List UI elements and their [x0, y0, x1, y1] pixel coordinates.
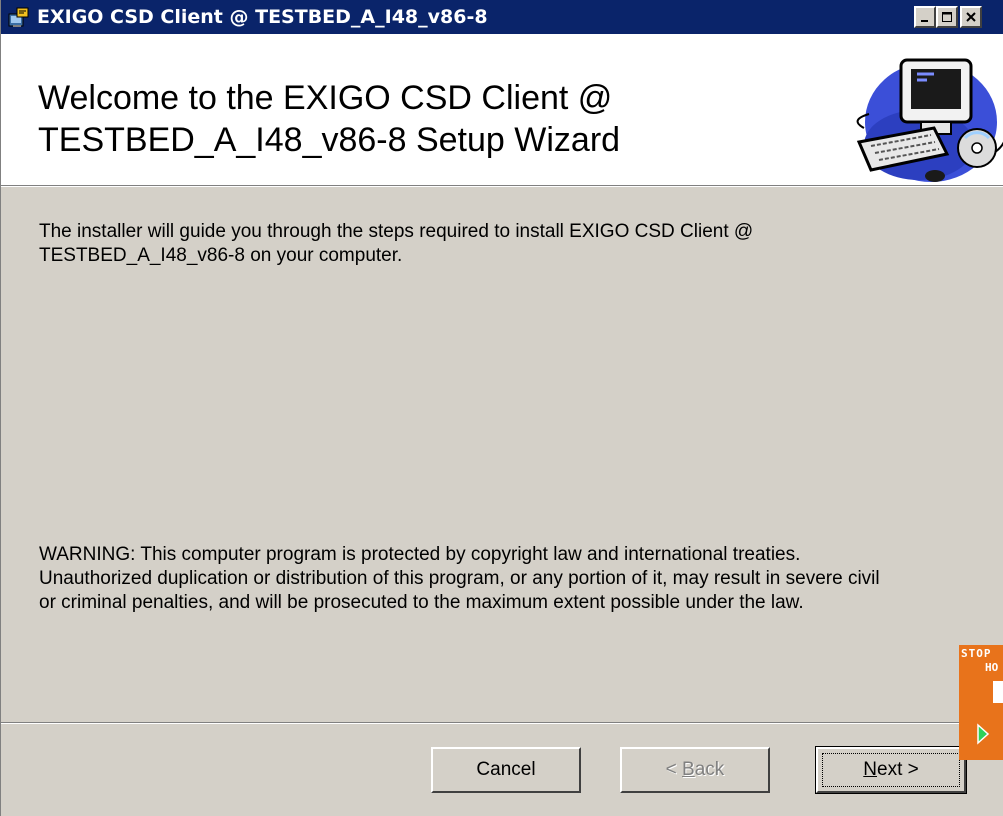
minimize-button[interactable]: [914, 6, 936, 28]
copyright-warning: WARNING: This computer program is protec…: [39, 543, 989, 615]
wizard-heading-line1: Welcome to the EXIGO CSD Client @: [38, 79, 613, 117]
cancel-button-label: Cancel: [476, 759, 536, 780]
play-icon[interactable]: [975, 722, 991, 746]
button-separator: [1, 722, 1003, 724]
minimize-icon: [921, 20, 928, 22]
maximize-button[interactable]: [936, 6, 958, 28]
maximize-icon: [942, 12, 952, 22]
setup-wizard-window: EXIGO CSD Client @ TESTBED_A_I48_v86-8 W…: [0, 0, 1003, 816]
close-button[interactable]: [960, 6, 982, 28]
next-button-label: Next >: [863, 759, 919, 780]
warning-line3: or criminal penalties, and will be prose…: [39, 592, 804, 613]
computer-cd-icon: [856, 58, 1003, 182]
overlay-widget[interactable]: STOP HO: [959, 645, 1003, 760]
installer-app-icon: [8, 7, 29, 27]
overlay-widget-label-top: STOP: [961, 647, 992, 660]
next-button[interactable]: Next >: [815, 746, 967, 794]
cancel-button[interactable]: Cancel: [431, 747, 581, 793]
intro-line1: The installer will guide you through the…: [39, 221, 754, 242]
overlay-widget-glyph: [993, 681, 1003, 703]
intro-line2: TESTBED_A_I48_v86-8 on your computer.: [39, 245, 403, 266]
window-title: EXIGO CSD Client @ TESTBED_A_I48_v86-8: [37, 6, 488, 28]
back-button-label: < Back: [665, 759, 725, 780]
intro-text: The installer will guide you through the…: [39, 220, 959, 268]
overlay-widget-label-mid: HO: [985, 661, 999, 674]
wizard-heading: Welcome to the EXIGO CSD Client @ TESTBE…: [38, 77, 818, 161]
wizard-heading-line2: TESTBED_A_I48_v86-8 Setup Wizard: [38, 121, 621, 159]
close-icon: [966, 12, 976, 22]
back-button[interactable]: < Back: [620, 747, 770, 793]
warning-line1: WARNING: This computer program is protec…: [39, 544, 801, 565]
wizard-banner: Welcome to the EXIGO CSD Client @ TESTBE…: [1, 34, 1003, 186]
warning-line2: Unauthorized duplication or distribution…: [39, 568, 880, 589]
title-bar[interactable]: EXIGO CSD Client @ TESTBED_A_I48_v86-8: [1, 0, 1003, 34]
banner-divider-highlight: [1, 186, 1003, 187]
